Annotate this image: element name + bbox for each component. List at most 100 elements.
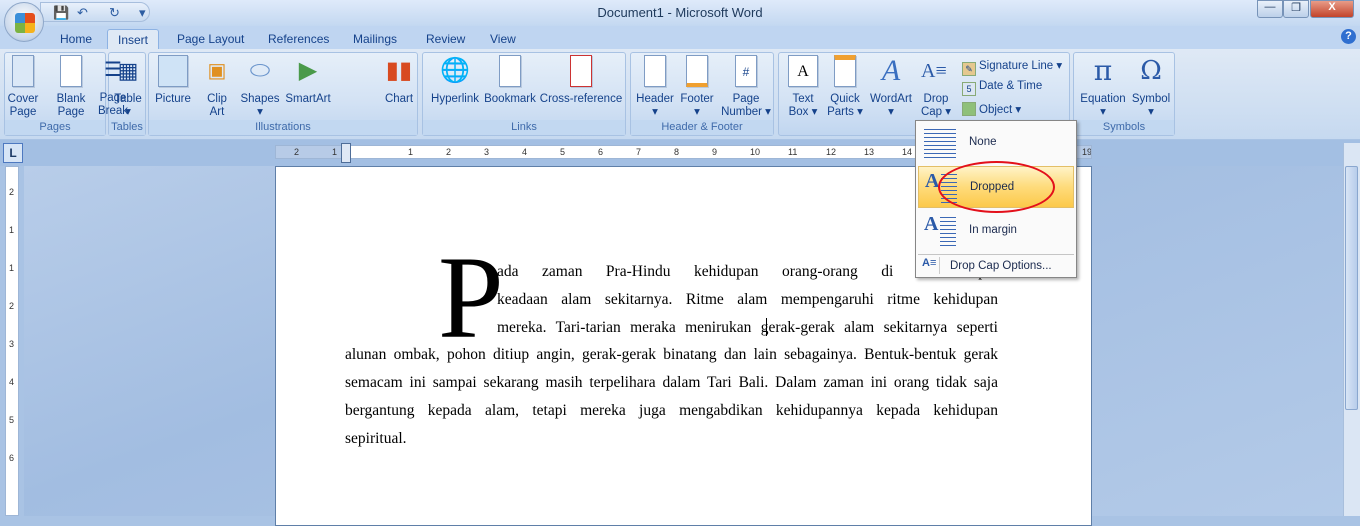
ruler-tick-label: 6 xyxy=(9,453,15,463)
ribbon: CoverPage ▾ BlankPage ☰PageBreak Pages ▦… xyxy=(0,49,1360,139)
line-glyph xyxy=(924,133,956,134)
line-glyph xyxy=(924,157,956,158)
header-button[interactable]: Header ▾ xyxy=(633,55,677,119)
drop-cap-button[interactable]: A≡ Drop Cap ▾ xyxy=(917,55,955,119)
page-break-icon: ☰ xyxy=(104,59,122,81)
title-bar: Document1 - Microsoft Word xyxy=(0,0,1360,26)
office-logo-icon xyxy=(15,13,35,33)
label: Hyperlink xyxy=(431,93,479,105)
menu-item-in-margin[interactable]: A In margin xyxy=(918,210,1074,252)
ruler-tick-label: 1 xyxy=(9,225,15,235)
page-number-icon: # xyxy=(735,55,757,87)
tab-references[interactable]: References xyxy=(258,29,339,50)
undo-icon[interactable]: ↶ xyxy=(77,5,88,21)
line-glyph xyxy=(940,237,956,238)
group-illustrations: Picture ▣ Clip Art ⬭ Shapes ▾ ▶ SmartArt ▮▮ Ch… xyxy=(148,52,418,136)
clip-art-button[interactable]: ▣ Clip Art xyxy=(199,55,235,119)
cover-page-icon xyxy=(12,55,34,87)
wordart-button[interactable]: A WordArt ▾ xyxy=(867,55,915,119)
shapes-button[interactable]: ⬭ Shapes ▾ xyxy=(237,55,283,119)
ruler-tick-label: 2 xyxy=(9,187,15,197)
drop-cap-letter[interactable]: P xyxy=(438,239,504,357)
label: Text xyxy=(792,93,814,105)
cross-reference-button[interactable]: Cross-reference xyxy=(537,55,625,106)
tab-insert[interactable]: Insert xyxy=(107,29,160,50)
office-button[interactable] xyxy=(4,2,44,42)
signature-line-button[interactable]: ✎ Signature Line ▾ xyxy=(962,58,1062,76)
object-button[interactable]: Object ▾ xyxy=(962,102,1021,116)
group-label-illustrations: Illustrations xyxy=(149,120,417,135)
equation-button[interactable]: π Equation ▾ xyxy=(1078,55,1128,119)
label: WordArt xyxy=(870,93,912,105)
ruler-tick-label: 14 xyxy=(902,147,913,157)
ruler-tick-label: 9 xyxy=(712,147,718,157)
ruler-tick-label: 1 xyxy=(9,263,15,273)
text-line[interactable]: bergantung kepada alam, tetapi mereka ju… xyxy=(345,401,998,421)
drop-cap-options-icon: A≡ xyxy=(922,257,940,274)
customize-qat-icon[interactable]: ▾ xyxy=(139,5,146,21)
page-break-button[interactable]: ☰ Page Break xyxy=(94,54,132,118)
text-line[interactable]: keadaan alam sekitarnya. Ritme alam memp… xyxy=(497,290,998,310)
quick-parts-button[interactable]: Quick Parts ▾ xyxy=(825,55,865,119)
vertical-ruler[interactable]: 2 1 1 2 3 4 5 6 xyxy=(5,166,19,516)
text-line[interactable]: alunan ombak, pohon ditiup angin, gerak-… xyxy=(345,345,998,365)
ribbon-tabs: Home Insert Page Layout References Maili… xyxy=(0,26,1360,50)
text-line[interactable]: mereka. Tari-tarian meraka menirukan ger… xyxy=(497,318,998,338)
text-line[interactable]: semacam ini sampai sekarang masih terpel… xyxy=(345,373,998,393)
none-icon xyxy=(924,127,958,159)
signature-line-icon: ✎ xyxy=(962,62,976,76)
ruler-tick-label: 1 xyxy=(408,147,414,157)
label: Bookmark xyxy=(484,93,536,105)
smartart-button[interactable]: ▶ SmartArt xyxy=(283,55,333,106)
text-box-button[interactable]: A Text Box ▾ xyxy=(783,55,823,119)
picture-button[interactable]: Picture xyxy=(151,55,195,106)
symbol-button[interactable]: Ω Symbol ▾ xyxy=(1128,55,1174,119)
line-glyph xyxy=(940,245,956,246)
line-glyph xyxy=(940,221,956,222)
blank-page-button[interactable]: Blank Page xyxy=(51,55,91,119)
scrollbar-thumb[interactable] xyxy=(1345,166,1358,410)
tab-home[interactable]: Home xyxy=(50,29,102,50)
tab-page-layout[interactable]: Page Layout xyxy=(167,29,254,50)
tab-mailings[interactable]: Mailings xyxy=(343,29,407,50)
bookmark-button[interactable]: Bookmark xyxy=(483,55,537,106)
shapes-icon: ⬭ xyxy=(249,57,271,84)
ruler-tick-label: 6 xyxy=(598,147,604,157)
tab-review[interactable]: Review xyxy=(416,29,475,50)
close-button[interactable]: X xyxy=(1310,0,1354,18)
restore-button[interactable]: ❐ xyxy=(1283,0,1309,18)
label: Blank xyxy=(56,93,86,105)
page-number-button[interactable]: # Page Number ▾ xyxy=(719,55,773,119)
footer-button[interactable]: Footer ▾ xyxy=(675,55,719,119)
label: Object ▾ xyxy=(979,104,1022,116)
ruler-tick-label: 5 xyxy=(560,147,566,157)
minimize-button[interactable]: — xyxy=(1257,0,1283,18)
chart-button[interactable]: ▮▮ Chart xyxy=(377,55,421,106)
label: Signature Line ▾ xyxy=(979,60,1063,72)
label: SmartArt xyxy=(285,93,331,105)
group-links: 🌐 Hyperlink Bookmark Cross-reference Link… xyxy=(422,52,626,136)
label: None xyxy=(969,136,997,148)
text-cursor xyxy=(766,318,767,336)
chart-icon: ▮▮ xyxy=(385,57,413,84)
hyperlink-button[interactable]: 🌐 Hyperlink xyxy=(427,55,483,106)
ruler-tick-label: 3 xyxy=(9,339,15,349)
label: Break xyxy=(97,105,129,117)
date-time-button[interactable]: 5 Date & Time xyxy=(962,80,1042,96)
text-line[interactable]: sepiritual. xyxy=(345,429,545,449)
label: Header xyxy=(636,93,674,105)
line-glyph xyxy=(940,233,956,234)
line-glyph xyxy=(940,229,956,230)
save-icon[interactable]: 💾 xyxy=(53,5,69,21)
help-icon[interactable]: ? xyxy=(1341,29,1356,44)
tab-selector[interactable]: L xyxy=(3,143,23,163)
menu-item-none[interactable]: None xyxy=(918,122,1074,164)
ruler-tick-label: 10 xyxy=(750,147,761,157)
quick-access-toolbar: 💾 ↶ ↻ ▾ xyxy=(40,2,150,22)
indent-marker[interactable] xyxy=(341,143,351,163)
drop-cap-options-item[interactable]: A≡ Drop Cap Options... xyxy=(918,256,1074,276)
ruler-tick-label: 19 xyxy=(1082,147,1092,157)
header-icon xyxy=(644,55,666,87)
tab-view[interactable]: View xyxy=(480,29,526,50)
redo-icon[interactable]: ↻ xyxy=(109,5,120,21)
